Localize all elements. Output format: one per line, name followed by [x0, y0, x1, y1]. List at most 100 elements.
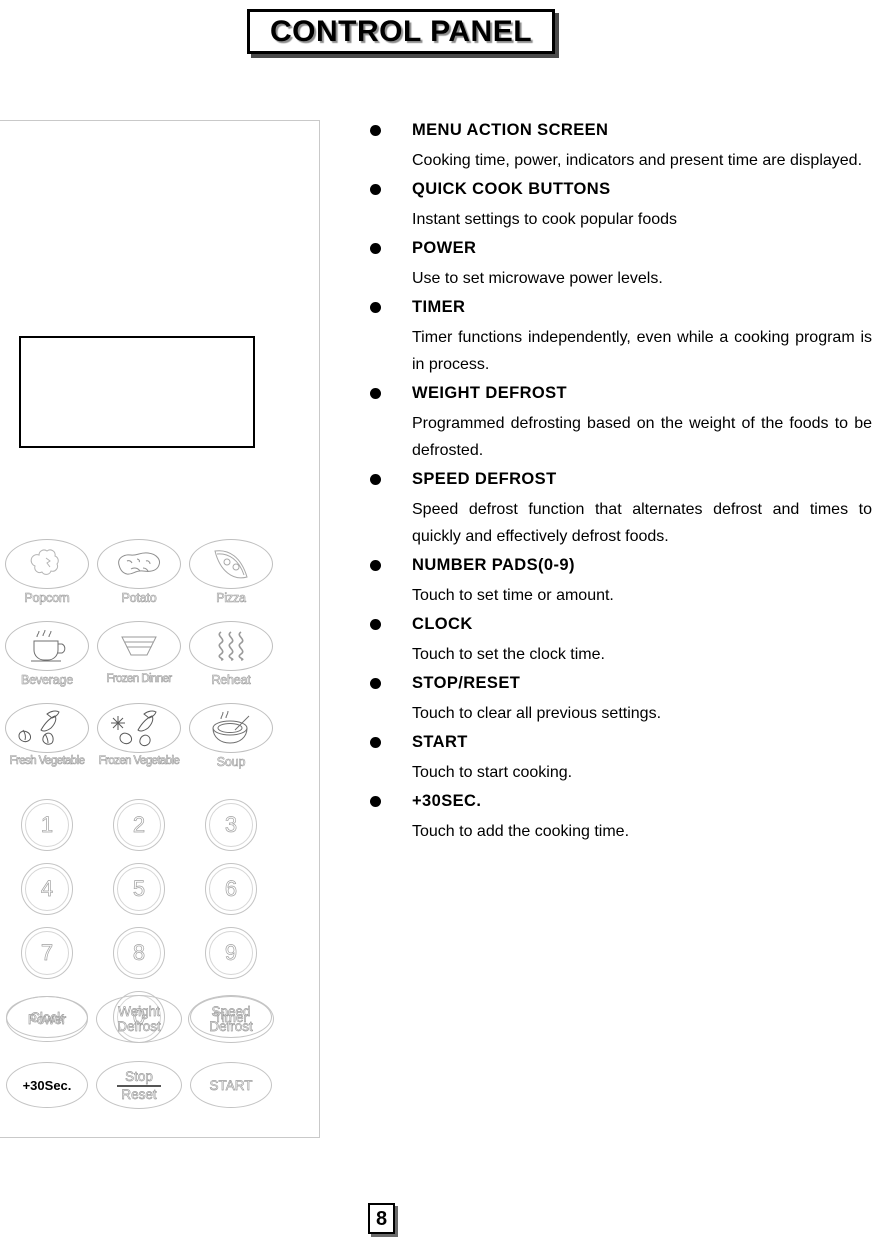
description-heading-row: CLOCK [370, 614, 872, 634]
stop-label: Stop [117, 1068, 161, 1087]
bullet-icon [370, 388, 381, 399]
description-body: Timer functions independently, even whil… [412, 329, 872, 373]
number-key-4[interactable]: 4 [1, 857, 93, 921]
quick-cook-button-frozen-vegetable[interactable]: Frozen Vegetable [93, 703, 185, 785]
number-key-label: 8 [132, 940, 146, 966]
key-oval: +30Sec. [6, 1062, 88, 1108]
description-heading-row: WEIGHT DEFROST [370, 383, 872, 403]
description-heading-row: POWER [370, 238, 872, 258]
number-pad-row: 4 5 6 [1, 857, 277, 921]
coffee-cup-icon [5, 621, 89, 671]
pizza-slice-icon [189, 539, 273, 589]
description-title: CLOCK [412, 615, 473, 633]
quick-cook-button-frozen-dinner[interactable]: Frozen Dinner [93, 621, 185, 703]
number-key-2[interactable]: 2 [93, 793, 185, 857]
quick-cook-label: Popcorn [24, 591, 70, 606]
bullet-icon [370, 184, 381, 195]
number-key-label: 9 [224, 940, 238, 966]
description-item: POWER Use to set microwave power levels. [370, 238, 872, 292]
bullet-icon [370, 796, 381, 807]
key-oval: Stop Reset [96, 1061, 182, 1109]
number-key-8[interactable]: 8 [93, 921, 185, 985]
key-circle: 6 [205, 863, 257, 915]
bullet-icon [370, 243, 381, 254]
key-circle: 1 [21, 799, 73, 851]
feature-description-list: MENU ACTION SCREEN Cooking time, power, … [370, 120, 872, 850]
number-pad-row: 7 8 9 [1, 921, 277, 985]
add-30-seconds-label: +30Sec. [22, 1077, 72, 1093]
number-key-label: 7 [40, 940, 54, 966]
description-title: POWER [412, 239, 477, 257]
description-item: TIMER Timer functions independently, eve… [370, 297, 872, 378]
quick-cook-label: Potato [121, 591, 157, 606]
number-key-label: 1 [40, 812, 54, 838]
key-circle: 2 [113, 799, 165, 851]
bullet-icon [370, 560, 381, 571]
description-title: SPEED DEFROST [412, 470, 557, 488]
reset-label: Reset [121, 1086, 157, 1102]
description-body: Touch to set time or amount. [412, 587, 614, 604]
function-keys-row: Power Weight Defrost Speed Defrost [1, 986, 277, 1052]
quick-cook-button-pizza[interactable]: Pizza [185, 539, 277, 621]
number-pad-row: 1 2 3 [1, 793, 277, 857]
bullet-icon [370, 474, 381, 485]
number-key-7[interactable]: 7 [1, 921, 93, 985]
description-title: NUMBER PADS(0-9) [412, 556, 575, 574]
key-circle: 8 [113, 927, 165, 979]
bullet-icon [370, 125, 381, 136]
quick-cook-button-potato[interactable]: Potato [93, 539, 185, 621]
quick-cook-label: Frozen Dinner [106, 673, 172, 686]
description-heading-row: TIMER [370, 297, 872, 317]
quick-cook-button-beverage[interactable]: Beverage [1, 621, 93, 703]
number-key-6[interactable]: 6 [185, 857, 277, 921]
description-heading-row: MENU ACTION SCREEN [370, 120, 872, 140]
key-circle: 9 [205, 927, 257, 979]
power-button[interactable]: Power [1, 986, 93, 1052]
function-keys-grid: Power Weight Defrost Speed Defrost +30Se… [1, 986, 277, 1118]
number-key-label: 4 [40, 876, 54, 902]
speed-defrost-label-line1: Speed [211, 1004, 251, 1020]
key-circle: 4 [21, 863, 73, 915]
number-key-1[interactable]: 1 [1, 793, 93, 857]
description-body: Cooking time, power, indicators and pres… [412, 152, 863, 169]
quick-cook-button-soup[interactable]: Soup [185, 703, 277, 785]
quick-cook-label: Frozen Vegetable [98, 755, 180, 768]
description-heading-row: NUMBER PADS(0-9) [370, 555, 872, 575]
weight-defrost-label-line1: Weight [118, 1004, 160, 1020]
key-circle: 5 [113, 863, 165, 915]
number-key-3[interactable]: 3 [185, 793, 277, 857]
bullet-icon [370, 737, 381, 748]
frozen-vegetable-icon [97, 703, 181, 753]
quick-cook-label: Reheat [211, 673, 251, 688]
speed-defrost-button[interactable]: Speed Defrost [185, 986, 277, 1052]
number-key-5[interactable]: 5 [93, 857, 185, 921]
start-button[interactable]: START [185, 1052, 277, 1118]
description-body: Touch to set the clock time. [412, 646, 605, 663]
description-heading-row: SPEED DEFROST [370, 469, 872, 489]
description-body: Use to set microwave power levels. [412, 270, 663, 287]
stop-reset-button[interactable]: Stop Reset [93, 1052, 185, 1118]
description-title: +30SEC. [412, 792, 482, 810]
quick-cook-label: Fresh Vegetable [9, 755, 85, 768]
description-title: TIMER [412, 298, 466, 316]
quick-cook-button-fresh-vegetable[interactable]: Fresh Vegetable [1, 703, 93, 785]
description-item: NUMBER PADS(0-9) Touch to set time or am… [370, 555, 872, 609]
quick-cook-button-popcorn[interactable]: Popcorn [1, 539, 93, 621]
fresh-vegetable-icon [5, 703, 89, 753]
page-title: CONTROL PANEL [269, 14, 533, 48]
description-item: CLOCK Touch to set the clock time. [370, 614, 872, 668]
key-circle: 7 [21, 927, 73, 979]
weight-defrost-button[interactable]: Weight Defrost [93, 986, 185, 1052]
quick-cook-button-reheat[interactable]: Reheat [185, 621, 277, 703]
quick-cook-row: Fresh Vegetable Frozen Vegetable Soup [1, 703, 277, 785]
quick-cook-row: Popcorn Potato Pizza [1, 539, 277, 621]
description-item: MENU ACTION SCREEN Cooking time, power, … [370, 120, 872, 174]
bullet-icon [370, 302, 381, 313]
description-body: Instant settings to cook popular foods [412, 211, 678, 228]
page-title-banner: CONTROL PANEL [247, 9, 555, 54]
description-heading-row: +30SEC. [370, 791, 872, 811]
number-key-label: 3 [224, 812, 238, 838]
description-title: STOP/RESET [412, 674, 521, 692]
add-30-seconds-button[interactable]: +30Sec. [1, 1052, 93, 1118]
number-key-9[interactable]: 9 [185, 921, 277, 985]
